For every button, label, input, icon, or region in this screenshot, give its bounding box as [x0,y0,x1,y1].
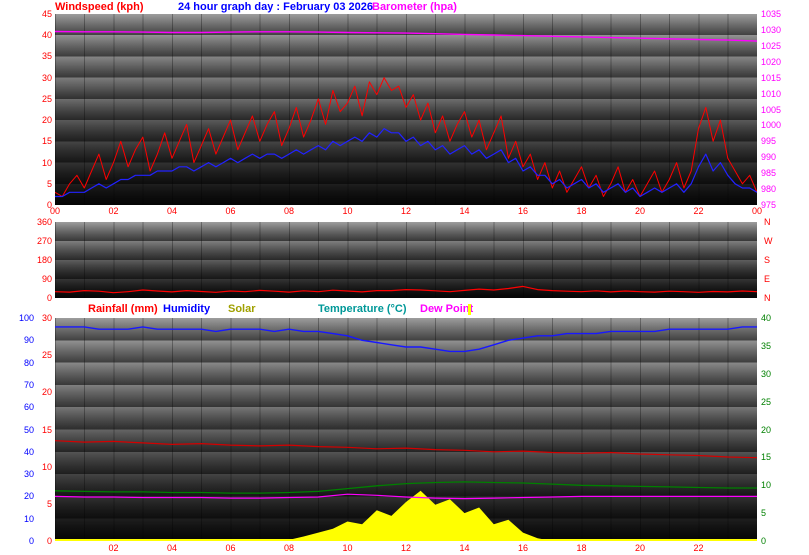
dew-point-line [55,494,757,498]
compass-label: S [764,256,770,265]
solar-legend-mark [468,304,471,315]
weather-24h-graph: Windspeed (kph) 24 hour graph day : Febr… [0,0,809,555]
wind-direction-axis-tick: 0 [20,294,52,303]
hour-label: 16 [518,207,528,216]
compass-label: E [764,275,770,284]
windspeed-barometer-chart [55,14,757,205]
temperature-axis-tick: 5 [761,509,766,518]
barometer-axis-tick: 1005 [761,106,781,115]
windspeed-axis-title: Windspeed (kph) [55,1,144,13]
rainfall-axis-tick: 25 [20,351,52,360]
barometer-axis-tick: 980 [761,185,776,194]
windspeed-axis-tick: 0 [20,201,52,210]
rainfall-axis-tick: 10 [20,463,52,472]
hour-label: 20 [635,207,645,216]
windspeed-average-line [55,129,757,197]
windspeed-axis-tick: 30 [20,74,52,83]
hour-label: 00 [50,207,60,216]
barometer-axis-tick: 1015 [761,74,781,83]
compass-label: W [764,237,773,246]
windspeed-axis-tick: 15 [20,137,52,146]
legend-temperature: Temperature (°C) [318,303,407,315]
compass-label: N [764,218,771,227]
hour-label: 02 [108,207,118,216]
windspeed-axis-tick: 5 [20,180,52,189]
hour-label: 12 [401,207,411,216]
hour-label: 20 [635,544,645,553]
humidity-line [55,327,757,352]
barometer-axis-tick: 995 [761,137,776,146]
hour-label: 14 [459,207,469,216]
legend-dew-point: Dew Point [420,303,473,315]
temperature-axis-tick: 20 [761,426,771,435]
wind-direction-axis-tick: 270 [20,237,52,246]
hour-label: 00 [752,207,762,216]
hour-label: 02 [108,544,118,553]
windspeed-axis-tick: 35 [20,52,52,61]
legend-solar: Solar [228,303,256,315]
hour-label: 04 [167,544,177,553]
hour-label: 18 [576,544,586,553]
windspeed-gust-line [55,78,757,197]
wind-direction-axis-tick: 180 [20,256,52,265]
rainfall-line [55,441,757,458]
barometer-axis-tick: 1025 [761,42,781,51]
windspeed-axis-tick: 25 [20,95,52,104]
temperature-axis-tick: 0 [761,537,766,546]
hour-label: 14 [459,544,469,553]
rainfall-axis-tick: 30 [20,314,52,323]
barometer-axis-title: Barometer (hpa) [372,1,457,13]
temperature-axis-tick: 25 [761,398,771,407]
temperature-axis-tick: 10 [761,481,771,490]
windspeed-axis-tick: 20 [20,116,52,125]
humidity-axis-tick: 60 [2,403,34,412]
hour-label: 22 [693,544,703,553]
graph-title: 24 hour graph day : February 03 2026 [178,1,373,13]
wind-direction-chart [55,222,757,298]
barometer-axis-tick: 1035 [761,10,781,19]
hour-label: 10 [342,207,352,216]
hour-label: 06 [225,544,235,553]
windspeed-axis-tick: 45 [20,10,52,19]
hour-label: 16 [518,544,528,553]
windspeed-axis-tick: 10 [20,159,52,168]
humidity-axis-tick: 40 [2,448,34,457]
legend-rainfall: Rainfall (mm) [88,303,158,315]
rainfall-axis-tick: 20 [20,388,52,397]
barometer-axis-tick: 985 [761,169,776,178]
climate-chart [55,318,757,541]
rainfall-axis-tick: 0 [20,537,52,546]
barometer-axis-tick: 990 [761,153,776,162]
humidity-axis-tick: 90 [2,336,34,345]
rainfall-axis-tick: 5 [20,500,52,509]
temperature-axis-tick: 40 [761,314,771,323]
legend-humidity: Humidity [163,303,210,315]
hour-label: 22 [693,207,703,216]
wind-direction-axis-tick: 90 [20,275,52,284]
barometer-axis-tick: 1000 [761,121,781,130]
temperature-line [55,482,757,493]
humidity-axis-tick: 10 [2,515,34,524]
barometer-axis-tick: 1010 [761,90,781,99]
hour-label: 10 [342,544,352,553]
temperature-axis-tick: 30 [761,370,771,379]
temperature-axis-tick: 15 [761,453,771,462]
hour-label: 18 [576,207,586,216]
wind-direction-line [55,286,757,292]
hour-label: 04 [167,207,177,216]
barometer-line [55,32,757,42]
compass-label: N [764,294,771,303]
hour-label: 06 [225,207,235,216]
barometer-axis-tick: 1030 [761,26,781,35]
rainfall-axis-tick: 15 [20,426,52,435]
windspeed-axis-tick: 40 [20,31,52,40]
barometer-axis-tick: 975 [761,201,776,210]
hour-label: 12 [401,544,411,553]
wind-direction-axis-tick: 360 [20,218,52,227]
barometer-axis-tick: 1020 [761,58,781,67]
solar-area [55,491,757,541]
temperature-axis-tick: 35 [761,342,771,351]
hour-label: 08 [284,207,294,216]
hour-label: 08 [284,544,294,553]
